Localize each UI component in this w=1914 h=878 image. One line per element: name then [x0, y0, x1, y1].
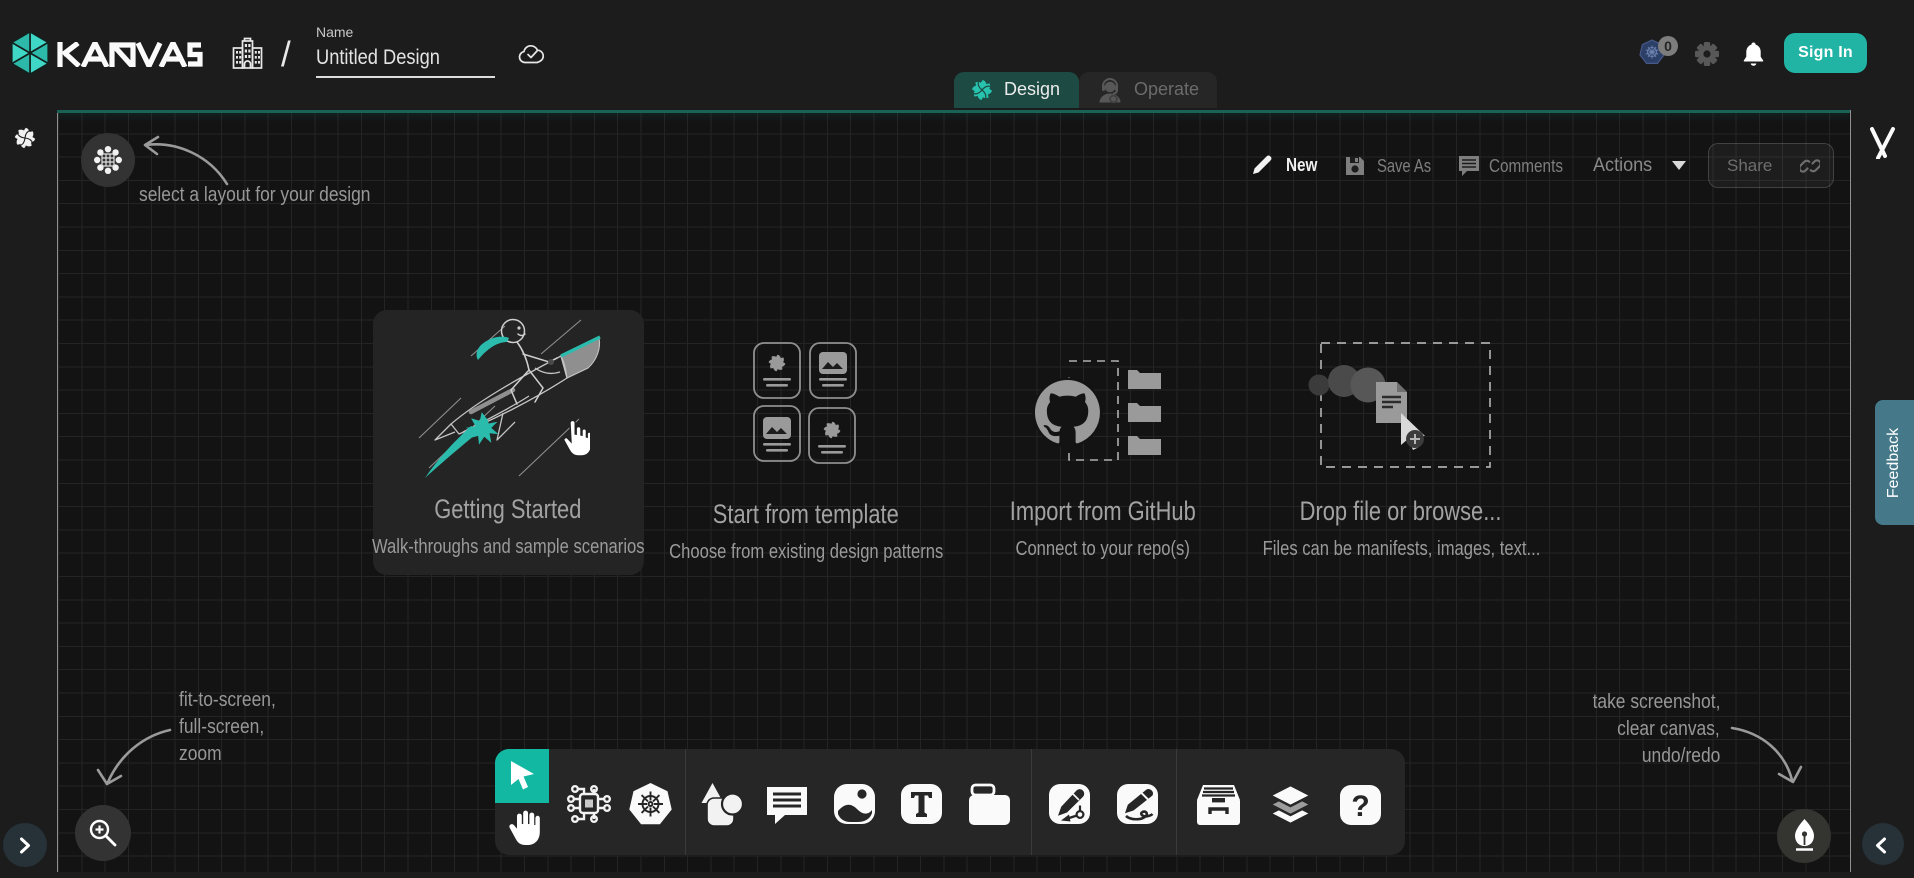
svg-text:?: ?	[1351, 790, 1369, 823]
svg-text:0: 0	[1664, 38, 1672, 54]
